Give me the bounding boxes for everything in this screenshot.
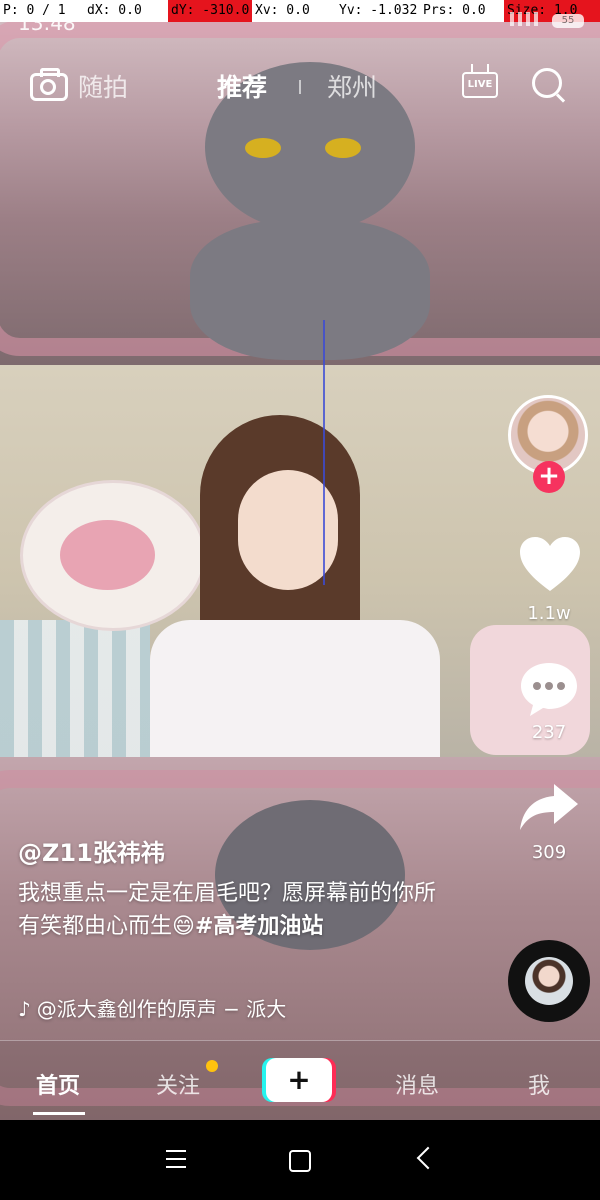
search-icon[interactable] [532,68,566,103]
caption-text: 我想重点一定是在眉毛吧？愿屏幕前的你所有笑都由心而生😄#高考加油站 [18,877,438,943]
home-key-icon[interactable] [289,1150,311,1172]
tab-follow[interactable]: 关注 [156,1068,200,1100]
camera-label[interactable]: 随拍 [78,68,128,104]
tab-home-indicator [33,1112,85,1115]
battery-icon: 55 [552,14,584,28]
comment-count: 237 [531,722,567,743]
checkered-pillow-image [0,620,150,757]
caption-hashtag[interactable]: #高考加油站 [195,914,323,939]
share-arrow-icon[interactable] [518,782,580,834]
music-disc-icon[interactable] [508,940,590,1022]
nav-divider [299,80,301,94]
tab-messages[interactable]: 消息 [395,1068,439,1100]
live-label: LIVE [462,72,498,98]
tab-home[interactable]: 首页 [36,1068,80,1100]
app-screen: P: 0 / 1 dX: 0.0 dY: -310.0 Xv: 0.0 Yv: … [0,0,600,1200]
like-count: 1.1w [527,603,571,624]
music-note-icon: ♪ [18,997,31,1021]
cat-body-image [190,220,430,360]
touch-trace-line [323,320,325,585]
tab-recommend[interactable]: 推荐 [217,68,267,104]
caption-username[interactable]: @Z11张祎祎 [18,833,165,868]
donut-pillow-center [60,520,155,590]
cat-eye-image [325,138,361,158]
camera-icon[interactable] [30,68,68,101]
hud-yv: Yv: -1.032 [336,0,420,22]
tab-city[interactable]: 郑州 [327,68,377,104]
music-title: @派大鑫创作的原声 − 派大 [36,997,287,1021]
menu-key-icon[interactable] [166,1150,186,1168]
notification-dot-icon [206,1060,218,1072]
hud-xv: Xv: 0.0 [252,0,336,22]
status-indicators: 55 [510,12,584,28]
comment-bubble-icon[interactable] [518,660,580,718]
top-nav: 随拍 推荐 郑州 LIVE [0,58,600,114]
status-time: 13:48 [18,11,76,35]
live-icon[interactable]: LIVE [462,64,498,98]
create-video-button[interactable]: + [266,1058,332,1102]
person-shirt-image [150,620,440,757]
music-disc-cover [525,957,573,1005]
hud-dx: dX: 0.0 [84,0,168,22]
hud-prs: Prs: 0.0 [420,0,504,22]
tab-me[interactable]: 我 [528,1068,550,1100]
hud-dy: dY: -310.0 [168,0,252,22]
cat-eye-image [245,138,281,158]
music-info[interactable]: ♪ @派大鑫创作的原声 − 派大 [18,993,286,1022]
follow-plus-icon[interactable]: + [533,461,565,493]
signal-icon [510,12,540,26]
like-heart-icon[interactable] [518,535,582,593]
share-count: 309 [531,842,567,863]
